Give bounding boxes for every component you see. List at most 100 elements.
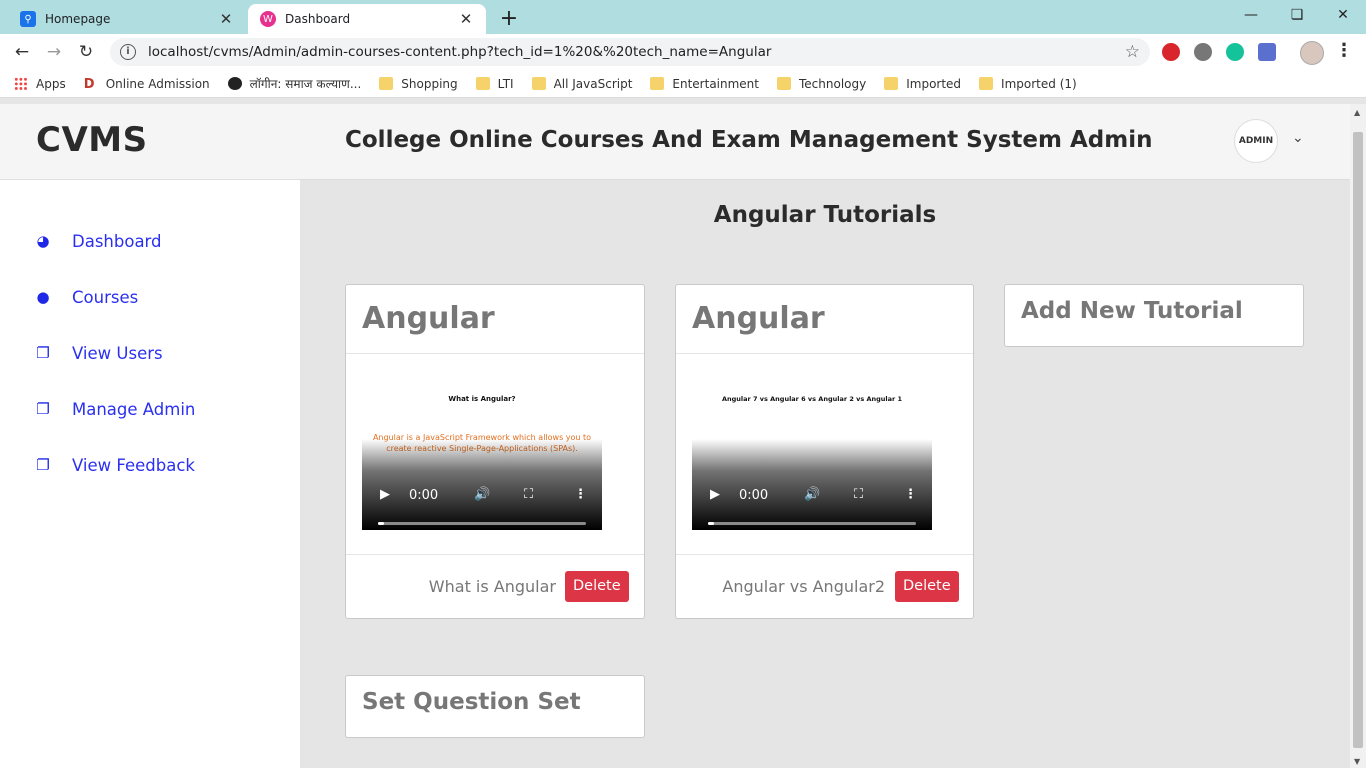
bookmarks-bar: Apps D Online Admission लॉगीन: समाज कल्या… (0, 70, 1366, 98)
tutorial-title: Angular (362, 301, 495, 336)
bookmark-lti[interactable]: LTI (475, 77, 514, 91)
volume-icon[interactable]: 🔊 (804, 487, 820, 502)
sidebar-item-label: Manage Admin (72, 399, 196, 419)
sidebar-item-label: Courses (72, 287, 139, 307)
files-icon: ❐ (36, 456, 50, 474)
video-progress-fill (708, 522, 714, 525)
user-icon: ● (36, 288, 50, 306)
folder-icon (979, 77, 994, 90)
brand-header: CVMS (0, 104, 300, 180)
tutorial-card: Angular What is Angular? Angular is a Ja… (345, 284, 645, 619)
scroll-up-icon[interactable]: ▲ (1354, 108, 1360, 117)
browser-tab-bar: ⚲ Homepage ✕ W Dashboard ✕ + — ❏ ✕ (0, 0, 1366, 34)
sidebar-item-label: View Users (72, 343, 163, 363)
set-question-set-label: Set Question Set (362, 689, 581, 715)
delete-button[interactable]: Delete (895, 571, 959, 602)
top-header: College Online Courses And Exam Manageme… (300, 104, 1350, 180)
sidebar-item-view-feedback[interactable]: ❐ View Feedback (34, 450, 195, 480)
video-heading: What is Angular? (448, 395, 516, 403)
globe-icon (227, 77, 242, 90)
tachometer-icon: ◕ (36, 232, 50, 250)
video-progress-track[interactable] (378, 522, 586, 525)
volume-icon[interactable]: 🔊 (474, 487, 490, 502)
address-bar[interactable]: i localhost/cvms/Admin/admin-courses-con… (110, 38, 1150, 66)
bookmark-all-javascript[interactable]: All JavaScript (531, 77, 632, 91)
sidebar: CVMS ◕ Dashboard ● Courses ❐ View Users … (0, 104, 300, 768)
eyedropper-extension-icon[interactable] (1258, 43, 1276, 61)
tab-title: Homepage (45, 12, 111, 26)
set-question-set-button[interactable]: Set Question Set (345, 675, 645, 738)
bookmark-star-icon[interactable]: ☆ (1125, 42, 1140, 62)
more-options-icon[interactable]: ⋮ (904, 487, 917, 502)
fullscreen-icon[interactable]: ⛶ (524, 487, 533, 502)
back-icon[interactable]: ← (9, 40, 35, 64)
video-player[interactable]: What is Angular? Angular is a JavaScript… (362, 369, 602, 530)
window-close-icon[interactable]: ✕ (1320, 4, 1366, 28)
browser-toolbar: ← → ↻ i localhost/cvms/Admin/admin-cours… (0, 34, 1366, 70)
grammarly-extension-icon[interactable] (1226, 43, 1244, 61)
new-tab-icon[interactable]: + (498, 6, 520, 31)
chevron-down-icon[interactable]: ⌄ (1292, 130, 1304, 146)
more-options-icon[interactable]: ⋮ (574, 487, 587, 502)
add-tutorial-button[interactable]: Add New Tutorial (1004, 284, 1304, 347)
divider (346, 353, 644, 354)
homepage-favicon-icon: ⚲ (20, 11, 36, 27)
tutorial-caption: What is Angular (428, 577, 556, 596)
dashboard-favicon-icon: W (260, 11, 276, 27)
bookmark-imported[interactable]: Imported (884, 77, 961, 91)
restore-icon[interactable]: ❏ (1274, 4, 1320, 28)
files-icon: ❐ (36, 400, 50, 418)
page-content: CVMS ◕ Dashboard ● Courses ❐ View Users … (0, 104, 1350, 768)
add-tutorial-label: Add New Tutorial (1021, 298, 1243, 324)
sidebar-item-manage-admin[interactable]: ❐ Manage Admin (34, 394, 195, 424)
forward-icon[interactable]: → (41, 40, 67, 64)
dark-mode-extension-icon[interactable] (1194, 43, 1212, 61)
header-title: College Online Courses And Exam Manageme… (345, 127, 1153, 153)
delete-button[interactable]: Delete (565, 571, 629, 602)
brand-logo[interactable]: CVMS (36, 120, 148, 160)
scrollbar-thumb[interactable] (1353, 132, 1363, 748)
sidebar-item-courses[interactable]: ● Courses (34, 282, 138, 312)
video-progress-track[interactable] (708, 522, 916, 525)
bookmark-online-admission[interactable]: D Online Admission (84, 77, 210, 93)
video-heading: Angular 7 vs Angular 6 vs Angular 2 vs A… (721, 395, 903, 403)
admin-avatar[interactable]: ADMIN (1234, 119, 1278, 163)
divider (346, 554, 644, 555)
folder-icon (884, 77, 899, 90)
minimize-icon[interactable]: — (1228, 4, 1274, 28)
bookmark-imported-1[interactable]: Imported (1) (979, 77, 1077, 91)
tutorial-title: Angular (692, 301, 825, 336)
reload-icon[interactable]: ↻ (73, 40, 99, 64)
sidebar-item-view-users[interactable]: ❐ View Users (34, 338, 163, 368)
bookmark-shopping[interactable]: Shopping (379, 77, 458, 91)
site-info-icon[interactable]: i (120, 44, 136, 60)
url-text: localhost/cvms/Admin/admin-courses-conte… (148, 44, 772, 60)
video-progress-fill (378, 522, 384, 525)
folder-icon (650, 77, 665, 90)
scroll-down-icon[interactable]: ▼ (1354, 757, 1360, 766)
play-icon[interactable]: ▶ (710, 487, 720, 502)
close-icon[interactable]: ✕ (218, 10, 234, 28)
folder-icon (777, 77, 791, 90)
page-scrollbar[interactable]: ▲ ▼ (1350, 104, 1366, 768)
profile-avatar[interactable] (1300, 41, 1324, 65)
bookmark-technology[interactable]: Technology (777, 77, 866, 91)
bookmark-entertainment[interactable]: Entertainment (650, 77, 759, 91)
play-icon[interactable]: ▶ (380, 487, 390, 502)
divider (676, 353, 973, 354)
browser-menu-icon[interactable]: ⋮ (1334, 40, 1354, 61)
sidebar-item-dashboard[interactable]: ◕ Dashboard (34, 226, 161, 256)
page-title: Angular Tutorials (713, 202, 937, 228)
folder-icon (379, 77, 394, 90)
bookmark-apps[interactable]: Apps (14, 77, 66, 91)
video-player[interactable]: Angular 7 vs Angular 6 vs Angular 2 vs A… (692, 369, 932, 530)
fullscreen-icon[interactable]: ⛶ (854, 487, 863, 502)
video-time: 0:00 (739, 488, 769, 503)
tab-dashboard[interactable]: W Dashboard ✕ (248, 4, 486, 34)
adblock-extension-icon[interactable] (1162, 43, 1180, 61)
tutorial-card: Angular Angular 7 vs Angular 6 vs Angula… (675, 284, 974, 619)
bookmark-samaj-kalyan[interactable]: लॉगीन: समाज कल्याण... (227, 75, 361, 92)
close-icon[interactable]: ✕ (458, 10, 474, 28)
divider (676, 554, 973, 555)
tab-homepage[interactable]: ⚲ Homepage ✕ (8, 4, 246, 34)
